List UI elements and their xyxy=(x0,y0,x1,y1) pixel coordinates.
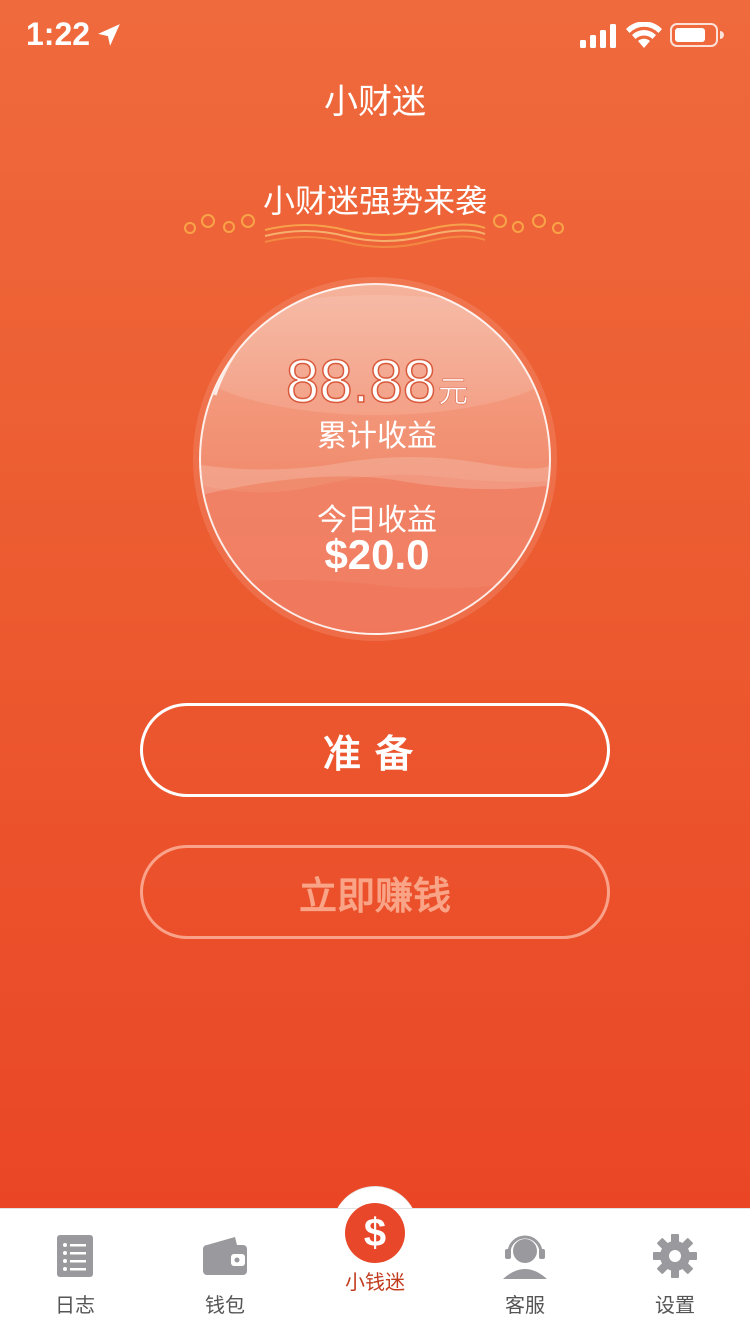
tab-wallet[interactable]: 钱包 xyxy=(150,1209,300,1334)
tab-log[interactable]: 日志 xyxy=(0,1209,150,1334)
status-time: 1:22 xyxy=(26,16,91,52)
dollar-icon[interactable]: $ xyxy=(345,1203,405,1263)
decorative-coins-wave xyxy=(184,214,564,248)
tab-wallet-label: 钱包 xyxy=(205,1293,245,1317)
today-earnings-amount: $20.0 xyxy=(324,531,430,578)
wifi-icon xyxy=(626,22,662,48)
battery-icon xyxy=(670,23,724,47)
status-bar: 1:22 xyxy=(0,0,750,70)
tab-customer-service[interactable]: 客服 xyxy=(450,1209,600,1334)
total-earnings-unit: 元 xyxy=(438,376,469,410)
tab-customer-service-label: 客服 xyxy=(505,1293,545,1317)
wave-decoration xyxy=(201,295,549,633)
total-earnings-label: 累计收益 xyxy=(317,419,437,454)
gear-icon xyxy=(653,1234,697,1278)
tab-log-label: 日志 xyxy=(55,1293,95,1317)
total-earnings-amount: 88.88元 xyxy=(201,347,549,416)
customer-service-icon xyxy=(503,1235,547,1279)
list-icon xyxy=(57,1235,93,1277)
tab-center-label[interactable]: 小钱迷 xyxy=(300,1266,450,1295)
wallet-icon xyxy=(203,1237,247,1275)
total-earnings-value: 88.88 xyxy=(285,347,437,416)
page-title: 小财迷 xyxy=(324,82,426,122)
location-arrow-icon xyxy=(98,24,120,46)
earnings-circle: 88.88元 累计收益 今日收益 $20.0 xyxy=(193,277,557,641)
cellular-signal-icon xyxy=(580,24,616,48)
tab-settings[interactable]: 设置 xyxy=(600,1209,750,1334)
earn-now-button[interactable]: 立即赚钱 xyxy=(140,845,610,939)
tab-settings-label: 设置 xyxy=(655,1293,695,1317)
earnings-orb: 88.88元 累计收益 今日收益 $20.0 xyxy=(199,283,551,635)
prepare-button[interactable]: 准备 xyxy=(140,703,610,797)
